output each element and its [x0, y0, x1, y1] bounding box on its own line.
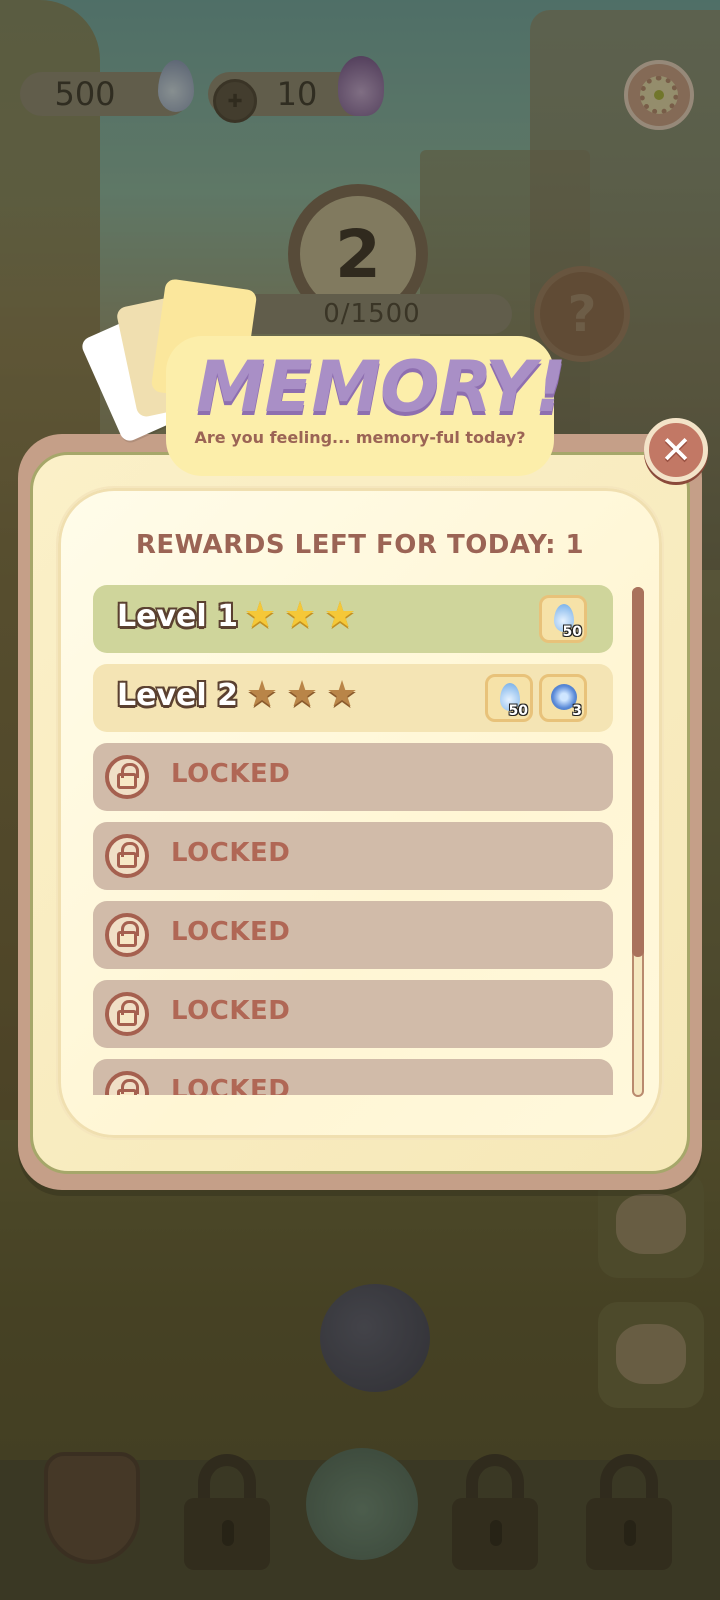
reward-quantity: 50: [508, 703, 528, 719]
lock-icon: [105, 834, 149, 878]
level-row-1[interactable]: Level 1 ★ ★ ★ 50: [93, 585, 613, 653]
level-row-2[interactable]: Level 2 ★ ★ ★ 50 3: [93, 664, 613, 732]
level-row-locked[interactable]: LOCKED: [93, 901, 613, 969]
lock-icon: [105, 913, 149, 957]
close-icon: ✕: [660, 428, 692, 472]
modal-subtitle: Are you feeling... memory-ful today?: [194, 428, 526, 447]
level-row-locked[interactable]: LOCKED: [93, 1059, 613, 1095]
reward-quantity: 3: [572, 703, 582, 719]
star-icon: ★: [285, 674, 319, 715]
level-label: Level 1: [117, 599, 238, 634]
modal-title: MEMORY!: [196, 346, 567, 428]
reward-item: 3: [539, 674, 587, 722]
reward-item: 50: [539, 595, 587, 643]
star-icon: ★: [245, 674, 279, 715]
star-rating: ★ ★ ★: [245, 674, 359, 715]
reward-item: 50: [485, 674, 533, 722]
level-row-locked[interactable]: LOCKED: [93, 743, 613, 811]
reward-quantity: 50: [562, 624, 582, 640]
locked-label: LOCKED: [171, 917, 291, 947]
star-icon: ★: [243, 595, 277, 636]
level-list[interactable]: Level 1 ★ ★ ★ 50 Level 2 ★ ★ ★ 50 3 LOCK…: [93, 585, 613, 1095]
level-label: Level 2: [117, 678, 238, 713]
star-icon: ★: [325, 674, 359, 715]
lock-icon: [105, 992, 149, 1036]
level-row-locked[interactable]: LOCKED: [93, 980, 613, 1048]
locked-label: LOCKED: [171, 996, 291, 1026]
star-rating: ★ ★ ★: [243, 595, 357, 636]
star-icon: ★: [283, 595, 317, 636]
close-button[interactable]: ✕: [644, 418, 708, 482]
star-icon: ★: [323, 595, 357, 636]
scrollbar-thumb[interactable]: [632, 587, 644, 957]
level-row-locked[interactable]: LOCKED: [93, 822, 613, 890]
lock-icon: [105, 755, 149, 799]
lock-icon: [105, 1071, 149, 1095]
locked-label: LOCKED: [171, 838, 291, 868]
locked-label: LOCKED: [171, 1075, 291, 1095]
rewards-left-label: REWARDS LEFT FOR TODAY: 1: [135, 530, 585, 560]
locked-label: LOCKED: [171, 759, 291, 789]
